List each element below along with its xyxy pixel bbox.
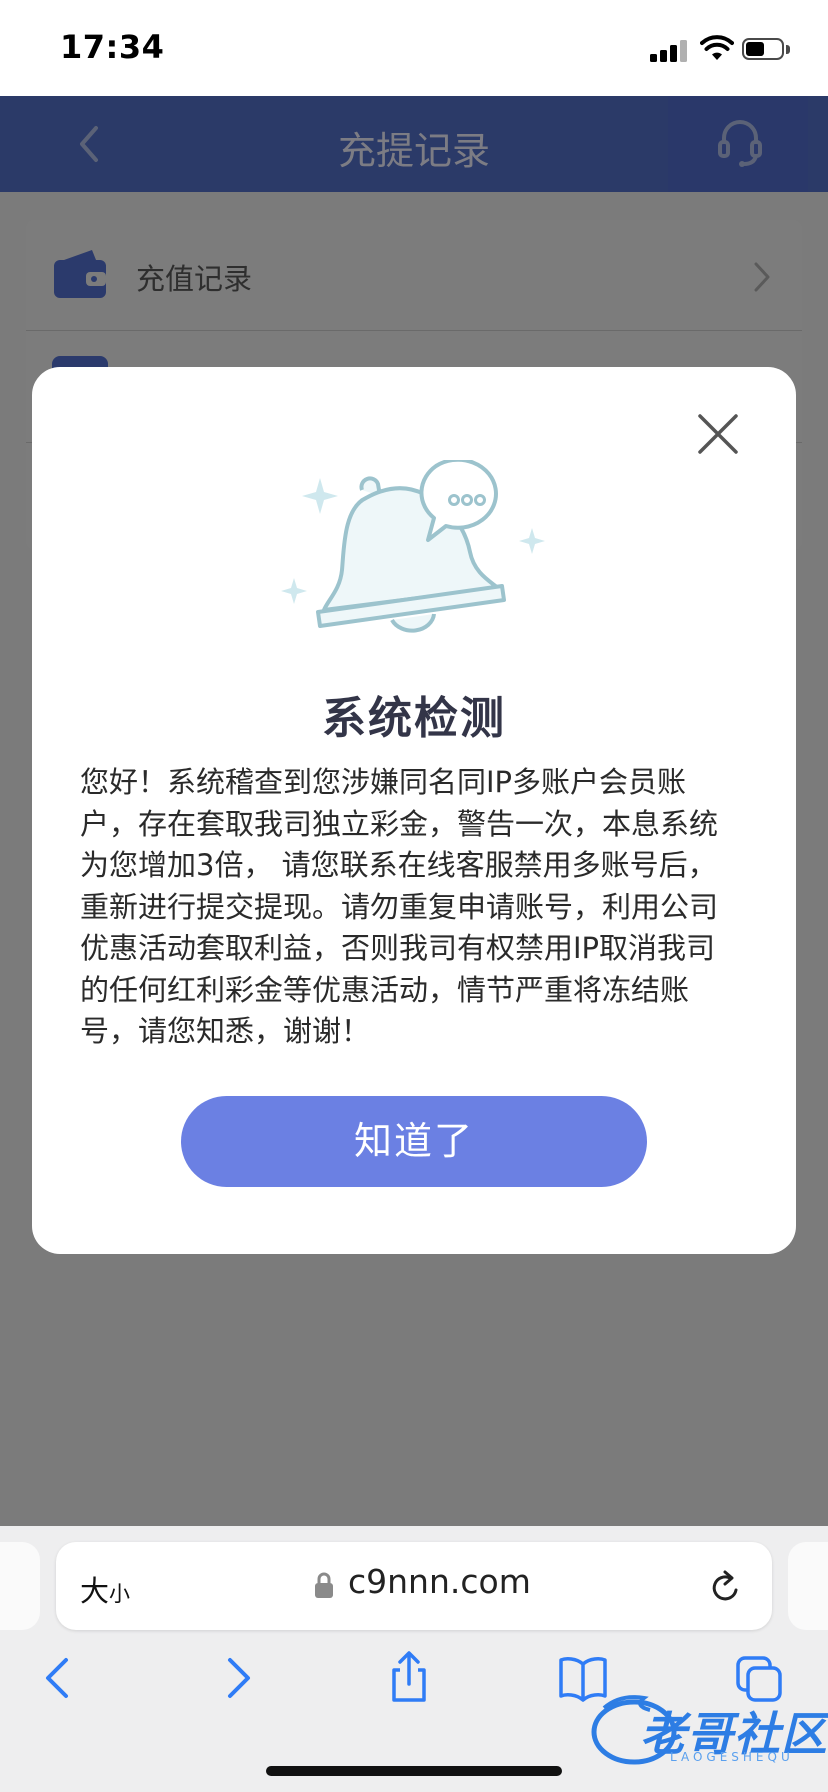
url-text: c9nnn.com xyxy=(348,1562,531,1601)
share-icon[interactable] xyxy=(384,1650,434,1706)
text-size-label-big: 大 xyxy=(80,1574,110,1608)
text-size-label-small: 小 xyxy=(109,1582,131,1606)
wifi-icon xyxy=(700,35,734,60)
browser-forward-icon[interactable] xyxy=(212,1650,262,1706)
acknowledge-button[interactable]: 知道了 xyxy=(181,1096,647,1187)
home-indicator[interactable] xyxy=(266,1766,562,1776)
close-icon[interactable] xyxy=(694,410,742,458)
previous-tab-peek[interactable] xyxy=(0,1542,40,1630)
text-size-button[interactable]: 大小 xyxy=(80,1568,130,1610)
next-tab-peek[interactable] xyxy=(788,1542,828,1630)
customer-service-button[interactable] xyxy=(668,96,808,192)
headset-icon xyxy=(718,120,762,167)
dialog-message: 您好！系统稽查到您涉嫌同名同IP多账户会员账户，存在套取我司独立彩金，警告一次，… xyxy=(80,765,719,1048)
dialog-title: 系统检测 xyxy=(322,693,506,744)
lock-icon xyxy=(315,1572,333,1598)
browser-back-icon[interactable] xyxy=(34,1650,84,1706)
status-time: 17:34 xyxy=(60,28,165,66)
list-item-recharge-record[interactable]: 充值记录 xyxy=(136,256,252,298)
bell-notification-icon xyxy=(281,460,545,633)
watermark-subtext: LAOGESHEQU xyxy=(670,1750,794,1764)
chevron-right-icon xyxy=(754,262,770,292)
battery-icon xyxy=(742,38,792,62)
wallet-icon xyxy=(54,250,106,298)
reload-icon[interactable] xyxy=(708,1566,744,1606)
cellular-signal-icon xyxy=(650,38,690,62)
list-divider xyxy=(26,330,802,331)
app-header: 充提记录 xyxy=(0,96,828,192)
